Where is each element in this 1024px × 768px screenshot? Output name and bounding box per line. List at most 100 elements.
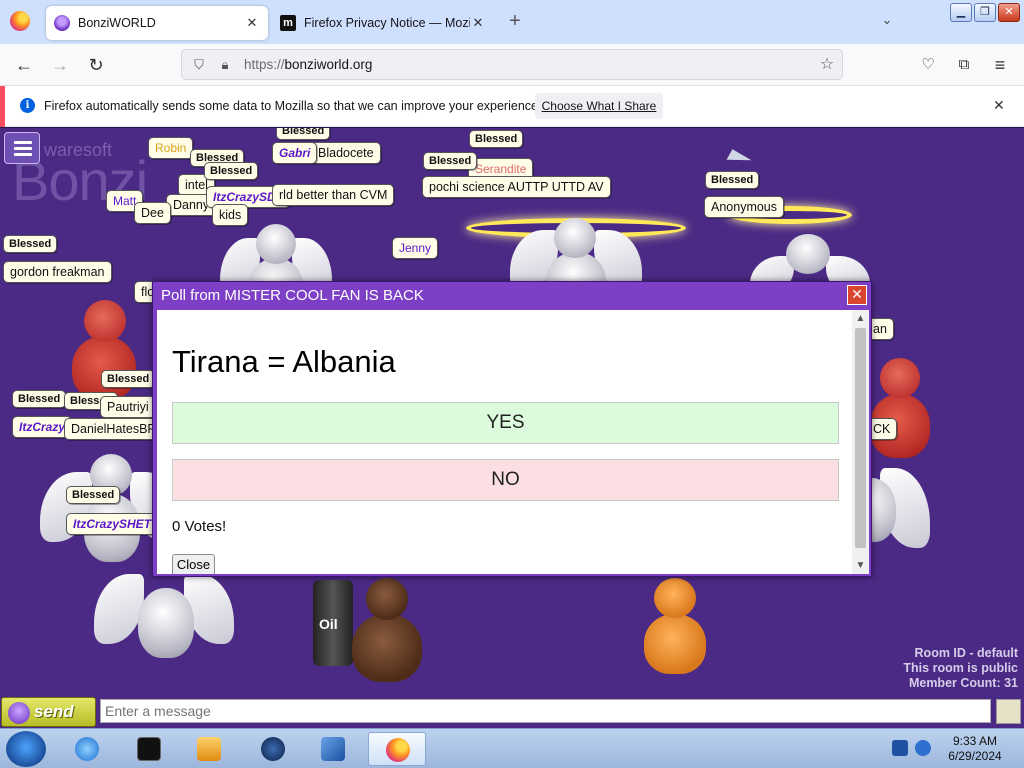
bonzi-character-brown[interactable] [340, 576, 436, 686]
media-player-icon[interactable] [188, 732, 230, 766]
message-input[interactable] [100, 699, 991, 723]
close-tab-icon[interactable]: ✕ [470, 15, 486, 31]
forward-icon[interactable]: → [48, 53, 72, 77]
firefox-menu-icon[interactable] [10, 11, 30, 31]
status-badge: Blessed [705, 171, 760, 189]
notification-accent [0, 86, 5, 127]
status-badge: Blessed [423, 152, 478, 170]
bonzi-favicon-icon [54, 15, 70, 31]
firefox-taskbar-icon[interactable] [368, 732, 426, 766]
system-clock[interactable]: 9:33 AM 6/29/2024 [940, 734, 1010, 764]
status-badge: Blessed [101, 370, 156, 388]
notification-message: Firefox automatically sends some data to… [44, 99, 542, 113]
close-poll-icon[interactable]: ✕ [847, 285, 867, 305]
room-id: Room ID - default [914, 646, 1018, 660]
poll-header: Poll from MISTER COOL FAN IS BACK [161, 287, 424, 304]
clock-time: 9:33 AM [952, 734, 998, 748]
list-all-tabs-icon[interactable]: ⌄ [878, 12, 896, 30]
app-menu-icon[interactable]: ≡ [988, 53, 1012, 77]
speech-bubble: kids [212, 204, 249, 226]
close-window-icon[interactable]: ✕ [998, 3, 1020, 22]
poll-question: Tirana = Albania [172, 344, 396, 379]
tab-title: Firefox Privacy Notice — Mozilla [304, 16, 470, 30]
command-prompt-icon[interactable] [128, 732, 170, 766]
vote-yes-button[interactable]: YES [172, 402, 839, 444]
maximize-window-icon[interactable]: ❐ [974, 3, 996, 22]
speech-bubble: Pautriyi [100, 396, 156, 418]
username-tag: Robin [148, 137, 194, 159]
room-info: Room ID - default This room is public Me… [903, 646, 1018, 691]
address-bar[interactable]: ⛉ 🔒︎ https://bonziworld.org ☆ [181, 49, 843, 80]
poll-scrollbar[interactable]: ▲ ▼ [852, 310, 869, 574]
url-protocol: https:// [244, 57, 285, 72]
back-icon[interactable]: ← [12, 53, 36, 77]
username-tag: Jenny [392, 237, 439, 259]
pocket-icon[interactable]: ♡ [916, 53, 940, 77]
bonzi-head-icon [8, 702, 30, 724]
scroll-up-icon[interactable]: ▲ [852, 310, 869, 327]
tab-bonziworld[interactable]: BonziWORLD ✕ [46, 6, 268, 40]
nav-toolbar: ← → ↻ ⛉ 🔒︎ https://bonziworld.org ☆ ♡ ⧉ … [0, 44, 1024, 86]
speech-bubble: rld better than CVM [272, 184, 395, 206]
send-button[interactable]: send [1, 697, 96, 727]
data-collection-notification: i Firefox automatically sends some data … [0, 86, 1024, 127]
internet-explorer-icon[interactable] [66, 732, 108, 766]
new-tab-button[interactable]: + [505, 10, 525, 34]
scroll-down-icon[interactable]: ▼ [852, 557, 869, 574]
screen: BonziWORLD ✕ m Firefox Privacy Notice — … [0, 0, 1024, 768]
chat-bar: send [0, 696, 1024, 728]
main-menu-button[interactable] [4, 132, 40, 164]
minimize-window-icon[interactable]: ▁ [950, 3, 972, 22]
status-badge: Blessed [12, 390, 67, 408]
vote-count: 0 Votes! [172, 518, 227, 535]
globe-app-icon[interactable] [252, 732, 294, 766]
tracking-shield-icon[interactable]: ⛉ [190, 56, 208, 74]
username-tag: ItzCrazySHET [66, 513, 159, 535]
bonzi-character-red[interactable] [864, 354, 938, 464]
url-text[interactable]: https://bonziworld.org [244, 57, 372, 72]
barrel-label: Oil [319, 616, 338, 632]
status-badge: Blessed [469, 130, 524, 148]
reload-icon[interactable]: ↻ [84, 53, 108, 77]
choose-what-i-share-button[interactable]: Choose What I Share [535, 93, 663, 119]
speech-bubble: Anonymous [704, 196, 785, 218]
member-count: Member Count: 31 [908, 676, 1018, 690]
extensions-icon[interactable]: ⧉ [952, 53, 976, 77]
poll-dialog: Poll from MISTER COOL FAN IS BACK ✕ Tira… [152, 281, 872, 577]
tab-privacy-notice[interactable]: m Firefox Privacy Notice — Mozilla ✕ [272, 6, 494, 40]
close-tab-icon[interactable]: ✕ [244, 15, 260, 31]
windows-taskbar: 9:33 AM 6/29/2024 [0, 728, 1024, 768]
virtualbox-icon[interactable] [312, 732, 354, 766]
clock-date: 6/29/2024 [948, 749, 1002, 763]
speech-bubble: Dee [134, 202, 171, 224]
close-notification-icon[interactable]: ✕ [993, 97, 1005, 114]
send-label: send [34, 702, 74, 721]
paper-plane-icon [726, 149, 752, 171]
mozilla-favicon-icon: m [280, 15, 296, 31]
speech-bubble: pochi science AUTTP UTTD AV [422, 176, 611, 198]
attachment-icon[interactable] [996, 699, 1021, 724]
vote-no-button[interactable]: NO [172, 459, 839, 501]
bonzi-character-red[interactable] [64, 296, 144, 406]
action-center-icon[interactable] [892, 740, 908, 756]
poll-content: Tirana = Albania YES NO 0 Votes! Close [157, 310, 852, 574]
network-icon[interactable] [915, 740, 931, 756]
url-host: bonziworld.org [284, 57, 373, 72]
speech-bubble: Bladocete [311, 142, 381, 164]
status-badge: Blessed [66, 486, 121, 504]
start-orb-icon[interactable] [6, 731, 46, 767]
username-tag: Gabri [272, 142, 318, 164]
close-button[interactable]: Close [172, 554, 215, 574]
status-badge: Blessed [3, 235, 58, 253]
speech-bubble: gordon freakman [3, 261, 112, 283]
username-tag: ItzCrazy [12, 416, 73, 438]
room-visibility: This room is public [903, 661, 1018, 675]
lock-icon[interactable]: 🔒︎ [216, 56, 234, 74]
bookmark-star-icon[interactable]: ☆ [818, 56, 836, 74]
bonzi-character-grey[interactable] [94, 568, 234, 668]
scroll-thumb[interactable] [855, 328, 866, 548]
bonzi-character-orange[interactable] [636, 576, 714, 676]
tab-title: BonziWORLD [78, 16, 156, 30]
status-badge: Blessed [204, 162, 259, 180]
info-icon: i [20, 98, 35, 113]
